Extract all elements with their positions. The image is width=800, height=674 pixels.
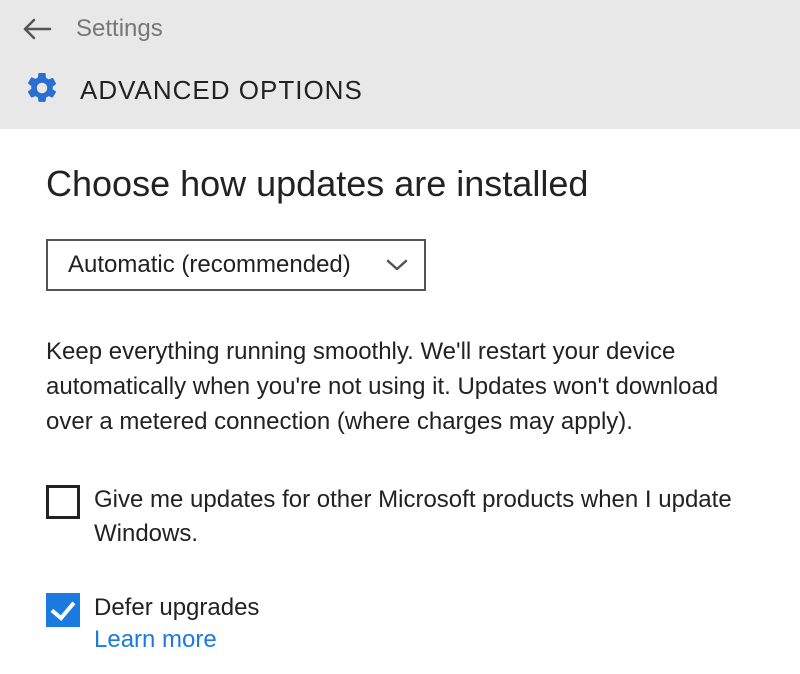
header-bar: Settings ADVANCED OPTIONS bbox=[0, 0, 800, 129]
checkbox-row-other-products: Give me updates for other Microsoft prod… bbox=[46, 483, 754, 550]
checkbox-other-products-label: Give me updates for other Microsoft prod… bbox=[94, 483, 734, 550]
settings-breadcrumb[interactable]: Settings bbox=[76, 15, 163, 43]
page-title: ADVANCED OPTIONS bbox=[80, 75, 363, 106]
update-mode-dropdown[interactable]: Automatic (recommended) bbox=[46, 239, 426, 291]
learn-more-link[interactable]: Learn more bbox=[94, 626, 259, 654]
title-row: ADVANCED OPTIONS bbox=[20, 70, 780, 111]
checkbox-other-products[interactable] bbox=[46, 485, 80, 519]
update-description: Keep everything running smoothly. We'll … bbox=[46, 335, 746, 439]
checkbox-defer-label: Defer upgrades bbox=[94, 591, 259, 625]
back-button[interactable] bbox=[20, 12, 54, 46]
checkbox-row-defer: Defer upgrades Learn more bbox=[46, 591, 754, 655]
chevron-down-icon bbox=[386, 251, 408, 279]
checkbox-defer-upgrades[interactable] bbox=[46, 593, 80, 627]
arrow-left-icon bbox=[22, 18, 52, 40]
section-heading: Choose how updates are installed bbox=[46, 163, 754, 205]
content-area: Choose how updates are installed Automat… bbox=[0, 129, 800, 674]
gear-icon bbox=[24, 70, 60, 111]
topbar: Settings bbox=[20, 12, 780, 46]
dropdown-selected-label: Automatic (recommended) bbox=[68, 251, 351, 279]
